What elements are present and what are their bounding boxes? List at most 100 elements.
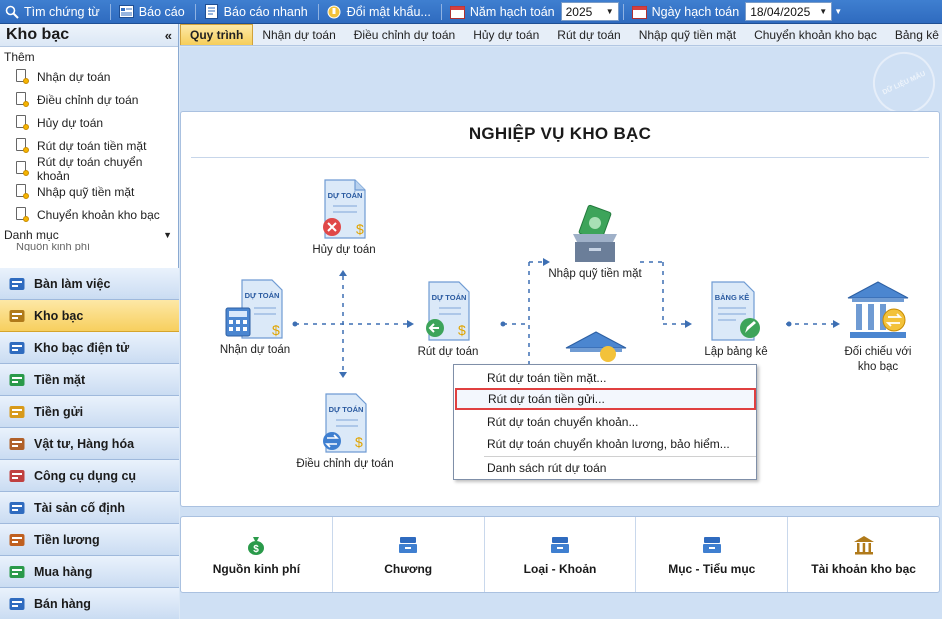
tab-0[interactable]: Quy trình — [180, 24, 254, 45]
tree-item-dieu-chinh-du-toan[interactable]: Điều chỉnh dự toán — [0, 88, 178, 111]
catalog-partial-item: Nguồn kinh phí — [0, 243, 178, 251]
menu-item-label: Rút dự toán tiền gửi... — [488, 392, 605, 406]
bank-icon — [565, 331, 627, 362]
svg-text:DỰ TOÁN: DỰ TOÁN — [245, 291, 280, 300]
catalog-item-2[interactable]: Loại - Khoản — [485, 517, 637, 592]
module-cash[interactable]: Tiền mặt — [0, 364, 179, 396]
node-label: Đối chiếu với — [844, 346, 912, 358]
fiscal-year-select[interactable]: 2025 ▼ — [560, 2, 619, 21]
statement-icon: BẢNG KÊ — [711, 281, 760, 341]
adjust-estimate-icon: DỰ TOÁN $ — [323, 393, 367, 453]
module-treasury[interactable]: Kho bạc — [0, 300, 179, 332]
module-assets[interactable]: Tài sản cố định — [0, 492, 179, 524]
tab-6[interactable]: Chuyển khoản kho bạc — [745, 24, 886, 45]
node-label: Lập bảng kê — [704, 346, 768, 358]
catalog-label: Chương — [384, 561, 433, 576]
chevron-down-icon: ▼ — [605, 7, 614, 16]
quick-report-button[interactable]: Báo cáo nhanh — [200, 0, 314, 24]
add-group-label: Thêm — [4, 50, 35, 64]
left-panel: Kho bạc « Thêm Nhận dự toán Điều chỉnh d… — [0, 24, 179, 619]
menu-item-rut-chuyen-khoan[interactable]: Rút dự toán chuyển khoản... — [454, 411, 756, 433]
node-huy-du-toan[interactable]: DỰ TOÁN $ Hủy dự toán — [309, 178, 379, 258]
module-label: Mua hàng — [34, 564, 93, 579]
catalog-partial-label: Nguồn kinh phí — [16, 243, 90, 251]
posting-date-input[interactable]: 18/04/2025 ▼ — [745, 2, 833, 21]
module-desktop[interactable]: Bàn làm việc — [0, 268, 179, 300]
catalog-bar: $ Nguồn kinh phí Chương Loại - Khoản Mục - T… — [180, 516, 940, 593]
tree-item-label: Rút dự toán chuyển khoản — [36, 154, 143, 183]
menu-item-rut-chuyen-khoan-luong[interactable]: Rút dự toán chuyển khoản lương, bảo hiểm… — [454, 433, 756, 455]
catalog-item-4[interactable]: Tài khoản kho bạc — [788, 517, 939, 592]
tree-item-nhap-quy[interactable]: Nhập quỹ tiền mặt — [0, 180, 178, 203]
menu-item-label: Danh sách rút dự toán — [487, 461, 607, 475]
sales-icon — [8, 595, 26, 613]
node-lap-bang-ke[interactable]: BẢNG KÊ Lập bảng kê — [691, 280, 781, 360]
node-dieu-chinh-du-toan[interactable]: DỰ TOÁN $ Điều chỉnh dự toán — [293, 392, 397, 472]
collapse-panel-button[interactable]: « — [165, 28, 172, 43]
node-nhap-quy-tien-mat[interactable]: Nhập quỹ tiền mặt — [543, 202, 647, 282]
catalog-item-0[interactable]: $ Nguồn kinh phí — [181, 517, 333, 592]
menu-item-danh-sach[interactable]: Danh sách rút dự toán — [454, 457, 756, 479]
tab-1[interactable]: Nhận dự toán — [253, 24, 344, 45]
menu-item-rut-tien-gui[interactable]: Rút dự toán tiền gửi... — [455, 388, 756, 410]
module-label: Bán hàng — [34, 596, 91, 611]
toolbar-overflow-button[interactable]: ▼ — [832, 0, 844, 24]
cart-icon — [8, 563, 26, 581]
toolbar-divider — [440, 3, 442, 20]
module-goods[interactable]: Vật tư, Hàng hóa — [0, 428, 179, 460]
search-icon — [4, 4, 19, 19]
module-list: Bàn làm việc Kho bạc Kho bạc điện tử Tiền m… — [0, 268, 179, 619]
menu-item-rut-tien-mat[interactable]: Rút dự toán tiền mặt... — [454, 367, 756, 389]
tab-2[interactable]: Điều chỉnh dự toán — [345, 24, 464, 45]
quick-report-label: Báo cáo nhanh — [223, 4, 308, 19]
node-label: Nhận dự toán — [219, 344, 291, 356]
tree-item-chuyen-khoan-kho-bac[interactable]: Chuyển khoản kho bạc — [0, 203, 178, 226]
left-panel-header: Kho bạc « — [0, 24, 178, 47]
catalog-group-header[interactable]: Danh mục ▼ — [0, 227, 178, 243]
tree-item-label: Rút dự toán tiền mặt — [37, 138, 147, 153]
module-salary[interactable]: Tiền lương — [0, 524, 179, 556]
tab-3[interactable]: Hủy dự toán — [464, 24, 548, 45]
deposit-icon — [8, 403, 26, 421]
change-password-button[interactable]: Đổi mật khẩu... — [323, 0, 437, 24]
treasury-icon — [8, 307, 26, 325]
tray-icon — [701, 534, 723, 556]
tree-item-rut-chuyen-khoan[interactable]: Rút dự toán chuyển khoản — [0, 154, 178, 183]
module-label: Công cụ dụng cụ — [34, 468, 137, 483]
report-button[interactable]: Báo cáo — [115, 0, 191, 24]
node-label: Rút dự toán — [417, 346, 479, 358]
tree-item-huy-du-toan[interactable]: Hủy dự toán — [0, 111, 178, 134]
top-toolbar: Tìm chứng từ Báo cáo Báo cáo nhanh Đổi m… — [0, 0, 942, 24]
module-cart[interactable]: Mua hàng — [0, 556, 179, 588]
find-voucher-button[interactable]: Tìm chứng từ — [0, 0, 106, 24]
document-icon — [16, 207, 29, 222]
posting-date-label-item: Ngày hạch toán — [628, 0, 746, 24]
svg-text:$: $ — [272, 322, 280, 338]
module-e-treasury[interactable]: Kho bạc điện tử — [0, 332, 179, 364]
tab-4[interactable]: Rút dự toán — [548, 24, 629, 45]
module-tools[interactable]: Công cụ dụng cụ — [0, 460, 179, 492]
node-nhan-du-toan[interactable]: DỰ TOÁN $ Nhận dự toán — [217, 278, 293, 358]
find-voucher-label: Tìm chứng từ — [24, 4, 100, 19]
catalog-group-label: Danh mục — [4, 228, 59, 242]
node-rut-du-toan[interactable]: DỰ TOÁN $ Rút dự toán — [413, 280, 483, 360]
catalog-item-1[interactable]: Chương — [333, 517, 485, 592]
module-sales[interactable]: Bán hàng — [0, 588, 179, 619]
tab-5[interactable]: Nhập quỹ tiền mặt — [630, 24, 745, 45]
tab-7[interactable]: Bảng kê chứng từ thanh toán — [886, 24, 942, 45]
goods-icon — [8, 435, 26, 453]
tree-item-label: Hủy dự toán — [37, 115, 104, 130]
node-label: Điều chỉnh dự toán — [296, 458, 394, 470]
tree-item-nhan-du-toan[interactable]: Nhận dự toán — [0, 65, 178, 88]
catalog-item-3[interactable]: Mục - Tiểu mục — [636, 517, 789, 592]
node-doi-chieu-kho-bac[interactable]: Đối chiếu với kho bạc — [831, 280, 925, 375]
bank-icon — [853, 534, 875, 556]
tree-item-label: Nhập quỹ tiền mặt — [37, 184, 135, 199]
assets-icon — [8, 499, 26, 517]
module-label: Tiền mặt — [34, 372, 86, 387]
module-label: Kho bạc điện tử — [34, 340, 130, 355]
document-icon — [16, 161, 29, 176]
workspace: DỮ LIỆU MẪU NGHIỆP VỤ KHO BẠC DỰ TOÁN $ … — [180, 41, 942, 619]
svg-text:DỰ TOÁN: DỰ TOÁN — [329, 405, 364, 414]
module-deposit[interactable]: Tiền gửi — [0, 396, 179, 428]
